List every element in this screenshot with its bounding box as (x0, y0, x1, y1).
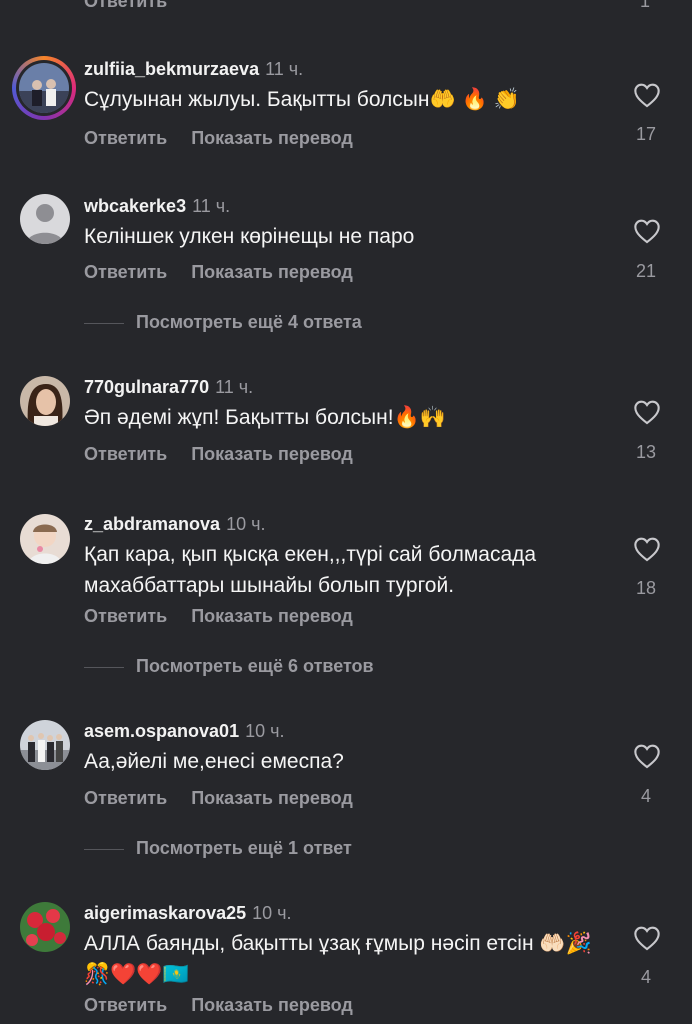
view-more-replies[interactable]: Посмотреть ещё 4 ответа (84, 312, 362, 333)
comment-text: Әп әдемі жұп! Бақытты болсын!🔥🙌 (84, 406, 446, 429)
show-translation-button[interactable]: Показать перевод (191, 995, 353, 1015)
comment-text: АЛЛА баянды, бақытты ұзақ ғұмыр нәсіп ет… (84, 932, 592, 986)
avatar[interactable] (20, 194, 70, 244)
reply-button[interactable]: Ответить (84, 788, 167, 808)
comment-text: Қап кара, қып қысқа екен,,,түрі сай болм… (84, 543, 537, 597)
show-translation-button[interactable]: Показать перевод (191, 262, 353, 282)
username[interactable]: z_abdramanova 10 ч. (84, 514, 265, 535)
avatar (19, 63, 69, 113)
heart-outline-icon[interactable] (633, 82, 661, 108)
comment-text: Келіншек улкен көрінещы не паро (84, 225, 415, 248)
timestamp: 10 ч. (245, 721, 285, 741)
reply-button[interactable]: Ответить (84, 995, 167, 1015)
avatar[interactable] (20, 720, 70, 770)
top-cut-count: 1 (640, 0, 651, 11)
avatar[interactable] (20, 376, 70, 426)
show-translation-button[interactable]: Показать перевод (191, 788, 353, 808)
like-count: 4 (640, 967, 651, 987)
comment-actions: Ответить Показать перевод (84, 128, 353, 149)
comment-actions: Ответить Показать перевод (84, 788, 353, 809)
timestamp: 11 ч. (265, 59, 304, 79)
reply-button[interactable]: Ответить (84, 444, 167, 464)
like-count: 4 (640, 786, 651, 806)
comment-text: Сұлуынан жылуы. Бақытты болсын🤲 🔥 👏 (84, 88, 520, 111)
comment-actions: Ответить Показать перевод (84, 262, 353, 283)
comment-actions: Ответить Показать перевод (84, 606, 353, 627)
heart-outline-icon[interactable] (633, 399, 661, 425)
show-translation-button[interactable]: Показать перевод (191, 606, 353, 626)
comment-text: Аа,әйелі ме,енесі емеспа? (84, 750, 344, 773)
timestamp: 11 ч. (192, 196, 231, 216)
default-avatar-icon (20, 194, 70, 244)
reply-button[interactable]: Ответить (84, 262, 167, 282)
comment-actions: Ответить Показать перевод (84, 995, 353, 1016)
avatar[interactable] (20, 514, 70, 564)
username[interactable]: wbcakerke3 11 ч. (84, 196, 230, 217)
reply-button[interactable]: Ответить (84, 128, 167, 148)
show-translation-button[interactable]: Показать перевод (191, 128, 353, 148)
heart-outline-icon[interactable] (633, 743, 661, 769)
show-translation-button[interactable]: Показать перевод (191, 444, 353, 464)
like-count: 21 (635, 261, 657, 281)
reply-button[interactable]: Ответить (84, 606, 167, 626)
timestamp: 11 ч. (215, 377, 254, 397)
like-count: 17 (635, 124, 657, 144)
timestamp: 10 ч. (252, 903, 292, 923)
divider-line (84, 322, 124, 324)
username[interactable]: asem.ospanova01 10 ч. (84, 721, 285, 742)
timestamp: 10 ч. (226, 514, 266, 534)
view-more-replies[interactable]: Посмотреть ещё 1 ответ (84, 838, 352, 859)
top-cut-reply[interactable]: Ответить (84, 0, 167, 12)
heart-outline-icon[interactable] (633, 536, 661, 562)
username[interactable]: zulfiia_bekmurzaeva 11 ч. (84, 59, 303, 80)
username[interactable]: aigerimaskarova25 10 ч. (84, 903, 292, 924)
avatar-story-ring[interactable] (12, 56, 76, 120)
comment-actions: Ответить Показать перевод (84, 444, 353, 465)
username[interactable]: 770gulnara770 11 ч. (84, 377, 253, 398)
divider-line (84, 666, 124, 668)
view-more-replies[interactable]: Посмотреть ещё 6 ответов (84, 656, 374, 677)
like-count: 18 (635, 578, 657, 598)
heart-outline-icon[interactable] (633, 925, 661, 951)
avatar[interactable] (20, 902, 70, 952)
heart-outline-icon[interactable] (633, 218, 661, 244)
like-count: 13 (635, 442, 657, 462)
divider-line (84, 848, 124, 850)
